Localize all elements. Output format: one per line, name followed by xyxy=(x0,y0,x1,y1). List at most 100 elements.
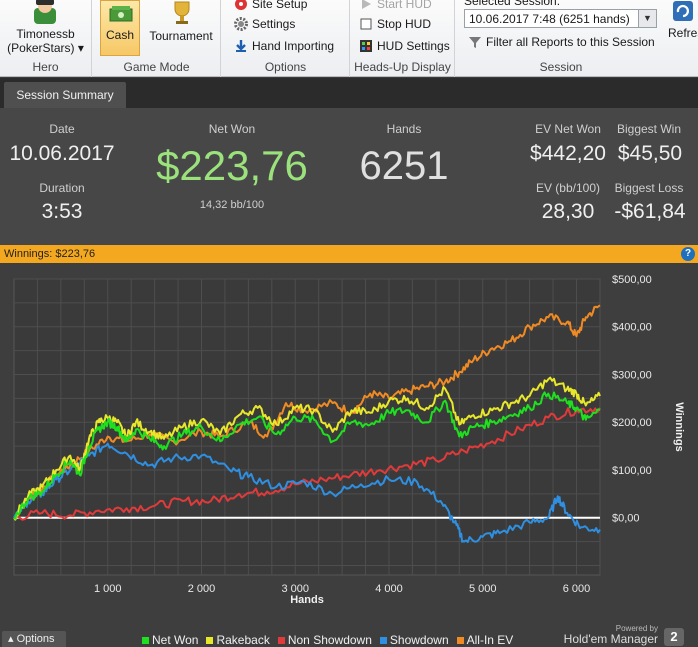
brand-version-badge: 2 xyxy=(664,628,684,646)
x-axis-label: Hands xyxy=(290,594,324,606)
filter-icon xyxy=(469,37,481,48)
net-won-bb100: 14,32 bb/100 xyxy=(199,199,265,211)
cash-mode-label: Cash xyxy=(105,28,134,42)
legend-item-non-showdown[interactable]: Non Showdown xyxy=(277,633,372,647)
hud-group-label: Heads-Up Display xyxy=(354,60,451,74)
y-tick-label: $300,00 xyxy=(612,369,652,381)
game-mode-group-label: Game Mode xyxy=(123,60,190,74)
x-tick-label: 4 000 xyxy=(375,583,403,595)
hud-settings-icon xyxy=(360,40,372,52)
gear-icon xyxy=(234,17,248,31)
filter-session-label: Filter all Reports to this Session xyxy=(486,35,655,49)
legend-item-showdown[interactable]: Showdown xyxy=(379,633,449,647)
duration-value: 3:53 xyxy=(41,200,83,223)
stop-hud-label: Stop HUD xyxy=(377,17,432,31)
hero-group: Timonessb (PokerStars) ▾ Hero xyxy=(0,0,92,77)
options-tab[interactable]: ▴ Options xyxy=(2,631,66,647)
x-tick-label: 1 000 xyxy=(94,583,122,595)
site-setup-label: Site Setup xyxy=(252,0,308,11)
refresh-icon xyxy=(673,1,693,21)
legend-swatch xyxy=(456,636,464,644)
session-group: Selected Session: 10.06.2017 7:48 (6251 … xyxy=(456,0,666,77)
y-tick-label: $0,00 xyxy=(612,513,640,525)
legend-label: Showdown xyxy=(389,633,449,647)
session-dropdown[interactable]: 10.06.2017 7:48 (6251 hands) ▼ xyxy=(464,9,657,28)
legend-label: All-In EV xyxy=(466,633,514,647)
session-summary-panel: Date 10.06.2017 Duration 3:53 Net Won $2… xyxy=(0,108,698,245)
start-hud-label: Start HUD xyxy=(377,0,432,11)
chart-legend: Net Won Rakeback Non Showdown Showdown All-I… xyxy=(142,633,513,647)
trophy-icon xyxy=(174,1,190,24)
date-label: Date xyxy=(49,122,75,136)
settings-button[interactable]: Settings xyxy=(234,14,295,34)
ev-bb100-label: EV (bb/100) xyxy=(535,181,601,195)
biggest-win-value: $45,50 xyxy=(617,142,683,165)
net-won-label: Net Won xyxy=(208,122,256,136)
winnings-chart-panel: 1 000 2 000 3 000 4 000 5 000 6 000 $0,00 $100… xyxy=(0,263,698,647)
winnings-header-bar: Winnings: $223,76 ? xyxy=(0,245,698,263)
legend-label: Non Showdown xyxy=(287,633,372,647)
cash-icon xyxy=(109,6,133,22)
game-mode-group: Cash Tournament Game Mode xyxy=(93,0,221,77)
tournament-mode-label: Tournament xyxy=(149,29,213,43)
options-group-label: Options xyxy=(264,60,307,74)
y-tick-label: $400,00 xyxy=(612,322,652,334)
legend-item-net-won[interactable]: Net Won xyxy=(142,633,198,647)
chevron-up-icon: ▴ xyxy=(8,633,14,645)
legend-label: Net Won xyxy=(152,633,199,647)
session-group-label: Session xyxy=(539,60,583,74)
tab-session-summary[interactable]: Session Summary xyxy=(4,82,126,108)
play-icon xyxy=(362,0,371,9)
session-dropdown-value: 10.06.2017 7:48 (6251 hands) xyxy=(469,12,630,26)
stop-hud-button[interactable]: Stop HUD xyxy=(359,14,431,34)
hud-settings-button[interactable]: HUD Settings xyxy=(359,36,450,56)
filter-session-button[interactable]: Filter all Reports to this Session xyxy=(468,35,655,49)
hero-selector[interactable]: Timonessb (PokerStars) ▾ xyxy=(0,27,91,55)
legend-swatch xyxy=(277,636,285,644)
legend-item-rakeback[interactable]: Rakeback xyxy=(206,633,270,647)
duration-label: Duration xyxy=(39,181,85,195)
site-setup-button[interactable]: Site Setup xyxy=(234,0,307,14)
hero-avatar-icon[interactable] xyxy=(30,0,60,24)
refresh-button[interactable]: Refres xyxy=(668,0,698,60)
winnings-header-text: Winnings: $223,76 xyxy=(4,248,96,260)
legend-swatch xyxy=(379,636,387,644)
net-won-value: $223,76 xyxy=(156,142,308,189)
y-tick-label: $100,00 xyxy=(612,465,652,477)
legend-swatch xyxy=(206,636,214,644)
y-axis-label: Winnings xyxy=(673,402,685,451)
brand-name: Hold'em Manager xyxy=(563,632,658,646)
cash-mode-button[interactable]: Cash xyxy=(100,0,140,56)
settings-label: Settings xyxy=(252,17,296,31)
tab-bar: Session Summary xyxy=(0,78,698,108)
hero-group-label: Hero xyxy=(32,60,59,74)
tournament-mode-button[interactable]: Tournament xyxy=(145,0,217,56)
y-tick-label: $200,00 xyxy=(612,417,652,429)
biggest-loss-label: Biggest Loss xyxy=(614,181,684,195)
hud-group: Start HUD Stop HUD HUD Settings Heads-Up… xyxy=(351,0,455,77)
hands-label: Hands xyxy=(386,122,422,136)
start-hud-button[interactable]: Start HUD xyxy=(359,0,432,14)
refresh-label: Refres xyxy=(668,26,698,40)
ev-net-won-label: EV Net Won xyxy=(535,122,601,136)
import-arrow-icon xyxy=(236,40,246,52)
session-label: Selected Session: xyxy=(464,0,561,8)
hero-name: Timonessb xyxy=(16,27,75,41)
legend-swatch xyxy=(142,636,149,644)
legend-label: Rakeback xyxy=(216,633,270,647)
ev-bb100-value: 28,30 xyxy=(541,200,595,223)
hands-value: 6251 xyxy=(359,144,449,188)
hud-settings-label: HUD Settings xyxy=(377,39,450,53)
legend-item-all-in-ev[interactable]: All-In EV xyxy=(456,633,514,647)
options-group: Site Setup Settings Hand Importing Optio… xyxy=(222,0,350,77)
help-icon[interactable]: ? xyxy=(681,247,695,261)
biggest-win-label: Biggest Win xyxy=(616,122,682,136)
options-label: Options xyxy=(16,633,55,645)
winnings-chart: 1 000 2 000 3 000 4 000 5 000 6 000 $0,00$100… xyxy=(13,274,685,606)
date-value: 10.06.2017 xyxy=(9,142,115,165)
y-tick-label: $500,00 xyxy=(612,274,652,286)
ribbon-toolbar: Timonessb (PokerStars) ▾ Hero Cash Tourn… xyxy=(0,0,698,77)
hand-importing-button[interactable]: Hand Importing xyxy=(234,36,334,56)
chevron-down-icon[interactable]: ▼ xyxy=(638,10,656,27)
biggest-loss-value: -$61,84 xyxy=(614,200,686,223)
